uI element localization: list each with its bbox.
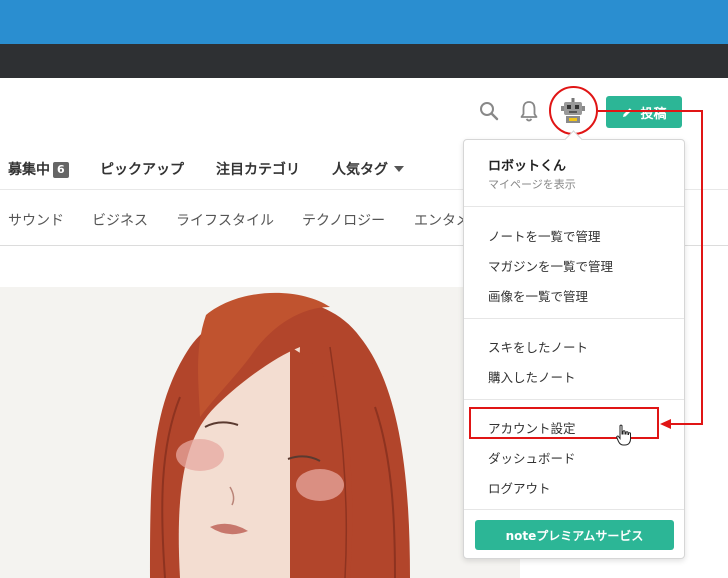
- search-icon[interactable]: [478, 100, 500, 122]
- hand-cursor-icon: [616, 424, 631, 446]
- menu-item-liked-notes[interactable]: スキをしたノート: [488, 337, 588, 356]
- post-button-label: 投稿: [640, 106, 667, 122]
- menu-divider: [464, 318, 684, 319]
- menu-item-logout[interactable]: ログアウト: [488, 478, 551, 497]
- nav-recruiting-label: 募集中: [8, 162, 50, 178]
- dropdown-mypage-link[interactable]: マイページを表示: [488, 176, 576, 192]
- nav-popular-tags-label: 人気タグ: [332, 162, 388, 178]
- premium-service-button[interactable]: noteプレミアムサービス: [475, 520, 674, 550]
- bell-icon[interactable]: [518, 99, 540, 123]
- browser-top-bar: [0, 0, 728, 44]
- hero-illustration[interactable]: [0, 287, 520, 578]
- pencil-icon: [623, 107, 633, 117]
- menu-item-manage-magazines[interactable]: マガジンを一覧で管理: [488, 256, 613, 275]
- chevron-down-icon: [394, 166, 404, 172]
- menu-divider: [464, 399, 684, 400]
- recruiting-count-badge: 6: [53, 162, 69, 178]
- category-technology[interactable]: テクノロジー: [302, 210, 385, 230]
- nav-popular-tags[interactable]: 人気タグ: [332, 159, 404, 179]
- post-button[interactable]: 投稿: [606, 96, 682, 128]
- account-dropdown-menu: ロボットくん マイページを表示 ノートを一覧で管理 マガジンを一覧で管理 画像を…: [463, 139, 685, 559]
- menu-item-manage-images[interactable]: 画像を一覧で管理: [488, 286, 588, 305]
- menu-item-dashboard[interactable]: ダッシュボード: [488, 448, 576, 467]
- nav-recruiting[interactable]: 募集中 6: [8, 159, 69, 179]
- category-entertainment[interactable]: エンタメ: [414, 210, 470, 230]
- menu-item-purchased-notes[interactable]: 購入したノート: [488, 367, 576, 386]
- annotation-circle: [549, 86, 598, 135]
- browser-tab-strip: [0, 44, 728, 78]
- menu-divider: [464, 206, 684, 207]
- category-sound[interactable]: サウンド: [8, 210, 64, 230]
- category-lifestyle[interactable]: ライフスタイル: [176, 210, 274, 230]
- nav-category[interactable]: 注目カテゴリ: [216, 159, 300, 179]
- portrait-illustration: [0, 287, 520, 578]
- nav-pickup[interactable]: ピックアップ: [100, 159, 184, 179]
- category-business[interactable]: ビジネス: [92, 210, 148, 230]
- menu-divider: [464, 509, 684, 510]
- menu-item-manage-notes[interactable]: ノートを一覧で管理: [488, 226, 601, 245]
- dropdown-user-name[interactable]: ロボットくん: [488, 155, 566, 174]
